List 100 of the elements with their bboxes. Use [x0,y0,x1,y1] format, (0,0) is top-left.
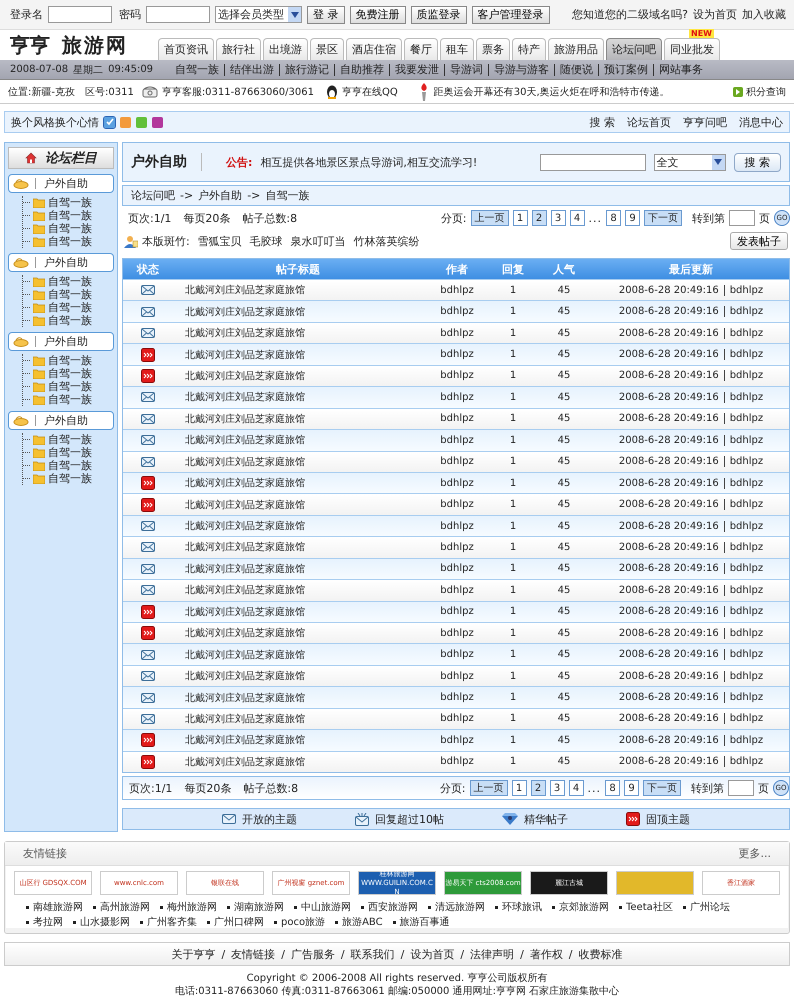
author-cell[interactable]: bdhlpz [423,370,491,382]
topic-title-link[interactable]: 北戴河刘庄刘品芝家庭旅馆 [173,348,423,362]
author-cell[interactable]: bdhlpz [423,328,491,339]
partner-site-link[interactable]: poco旅游 [281,915,326,929]
author-cell[interactable]: bdhlpz [423,692,491,704]
topic-title-link[interactable]: 北戴河刘庄刘品芝家庭旅馆 [173,562,423,576]
nav-tab[interactable]: 同业批发 [664,38,720,60]
author-cell[interactable]: bdhlpz [423,606,491,618]
author-cell[interactable]: bdhlpz [423,413,491,424]
sub-nav-link[interactable]: 我要发泄 [389,64,444,76]
moderator-name[interactable]: 泉水叮叮当 [290,234,346,248]
partner-site-link[interactable]: 南雄旅游网 [33,900,83,914]
partner-site-link[interactable]: 中山旅游网 [301,900,351,914]
last-poster-link[interactable]: bdhlpz [730,284,764,296]
forum-menu-link[interactable]: 亨亨问吧 [683,114,727,130]
top-link[interactable]: 加入收藏 [742,7,786,22]
sidebar-item[interactable]: 自驾一族 [48,195,92,210]
nav-tab[interactable]: 特产 [512,38,546,60]
login-bar-button[interactable]: 免费注册 [350,6,406,24]
nav-tab[interactable]: 出境游 [263,38,308,60]
points-query-link[interactable]: 积分查询 [733,84,786,98]
author-cell[interactable]: bdhlpz [423,284,491,296]
partner-site-link[interactable]: 考拉网 [33,915,63,929]
theme-swatch[interactable] [120,116,131,128]
page-number[interactable]: 3 [550,780,564,796]
login-bar-button[interactable]: 质监登录 [410,6,466,24]
partner-site-link[interactable]: 清远旅游网 [435,900,485,914]
sub-nav-link[interactable]: 结伴出游 [224,64,280,76]
sub-nav-link[interactable]: 随便说 [554,64,598,76]
last-poster-link[interactable]: bdhlpz [730,628,764,639]
nav-tab[interactable]: 论坛问吧 [606,38,662,60]
topic-title-link[interactable]: 北戴河刘庄刘品芝家庭旅馆 [173,433,423,448]
sub-nav-link[interactable]: 预订案例 [598,64,654,76]
sidebar-item[interactable]: 自驾一族 [48,392,92,407]
partner-site-link[interactable]: 广州口碑网 [214,915,264,929]
topic-title-link[interactable]: 北戴河刘庄刘品芝家庭旅馆 [173,712,423,726]
author-cell[interactable]: bdhlpz [423,734,491,746]
author-cell[interactable]: bdhlpz [423,756,491,768]
sidebar-item[interactable]: 自驾一族 [48,234,92,249]
next-page-button[interactable]: 下一页 [643,780,681,796]
author-cell[interactable]: bdhlpz [423,628,491,639]
author-cell[interactable]: bdhlpz [423,563,491,574]
topic-title-link[interactable]: 北戴河刘庄刘品芝家庭旅馆 [173,754,423,769]
last-poster-link[interactable]: bdhlpz [730,392,764,403]
sidebar-item[interactable]: 自驾一族 [48,379,92,394]
last-poster-link[interactable]: bdhlpz [730,734,764,746]
last-poster-link[interactable]: bdhlpz [730,649,764,660]
site-logo[interactable]: 亨亨 旅游网 [10,32,158,58]
author-cell[interactable]: bdhlpz [423,670,491,682]
sub-nav-link[interactable]: 导游词 [444,64,488,76]
partner-site-link[interactable]: 旅游ABC [342,915,383,929]
topic-title-link[interactable]: 北戴河刘庄刘品芝家庭旅馆 [173,498,423,512]
sub-nav-link[interactable]: 自驾一族 [170,64,224,76]
last-poster-link[interactable]: bdhlpz [730,520,764,532]
forum-menu-link[interactable]: 搜 索 [590,114,615,130]
sidebar-item[interactable]: 自驾一族 [48,445,92,460]
last-poster-link[interactable]: bdhlpz [730,413,764,424]
topic-title-link[interactable]: 北戴河刘庄刘品芝家庭旅馆 [173,648,423,662]
moderator-name[interactable]: 竹林落英缤纷 [354,234,420,248]
last-poster-link[interactable]: bdhlpz [730,349,764,360]
sidebar-item[interactable]: 自驾一族 [48,300,92,315]
topic-title-link[interactable]: 北戴河刘庄刘品芝家庭旅馆 [173,669,423,684]
last-poster-link[interactable]: bdhlpz [730,606,764,618]
breadcrumb-link[interactable]: 论坛问吧 [131,188,175,203]
topic-title-link[interactable]: 北戴河刘庄刘品芝家庭旅馆 [173,390,423,404]
login-bar-button[interactable]: 客户管理登录 [472,6,550,24]
nav-tab[interactable]: 旅行社 [216,38,261,60]
sidebar-item[interactable]: 自驾一族 [48,353,92,368]
author-cell[interactable]: bdhlpz [423,499,491,510]
footer-link[interactable]: 设为首页 [410,946,454,962]
username-field[interactable] [48,6,112,23]
topic-title-link[interactable]: 北戴河刘庄刘品芝家庭旅馆 [173,412,423,426]
page-number[interactable]: 9 [624,780,639,796]
footer-link[interactable]: 广告服务 [290,946,335,962]
breadcrumb-link[interactable]: 自驾一族 [265,188,310,203]
sidebar-group[interactable]: 户外自助 [8,411,114,430]
forum-menu-link[interactable]: 论坛首页 [627,114,671,130]
author-cell[interactable]: bdhlpz [423,456,491,468]
author-cell[interactable]: bdhlpz [423,584,491,596]
last-poster-link[interactable]: bdhlpz [730,370,764,382]
footer-link[interactable]: 著作权 [530,946,563,962]
nav-tab[interactable]: 景区 [310,38,344,60]
moderator-name[interactable]: 雪狐宝贝 [198,234,242,248]
sub-nav-link[interactable]: 网站事务 [653,64,708,76]
breadcrumb-link[interactable]: 户外自助 [198,188,242,203]
partner-site-link[interactable]: 梅州旅游网 [167,900,217,914]
author-cell[interactable]: bdhlpz [423,434,491,446]
page-number-field[interactable] [729,210,755,226]
last-poster-link[interactable]: bdhlpz [730,713,764,724]
nav-tab[interactable]: 旅游用品 [548,38,604,60]
topic-title-link[interactable]: 北戴河刘庄刘品芝家庭旅馆 [173,540,423,554]
topic-title-link[interactable]: 北戴河刘庄刘品芝家庭旅馆 [173,690,423,705]
last-poster-link[interactable]: bdhlpz [730,563,764,574]
page-number[interactable]: 2 [532,210,546,226]
last-poster-link[interactable]: bdhlpz [730,756,764,768]
topic-title-link[interactable]: 北戴河刘庄刘品芝家庭旅馆 [173,583,423,598]
page-number[interactable]: 1 [512,780,526,796]
sidebar-group[interactable]: 户外自助 [8,174,114,193]
partner-site-link[interactable]: 高州旅游网 [100,900,150,914]
nav-tab[interactable]: 租车 [440,38,474,60]
